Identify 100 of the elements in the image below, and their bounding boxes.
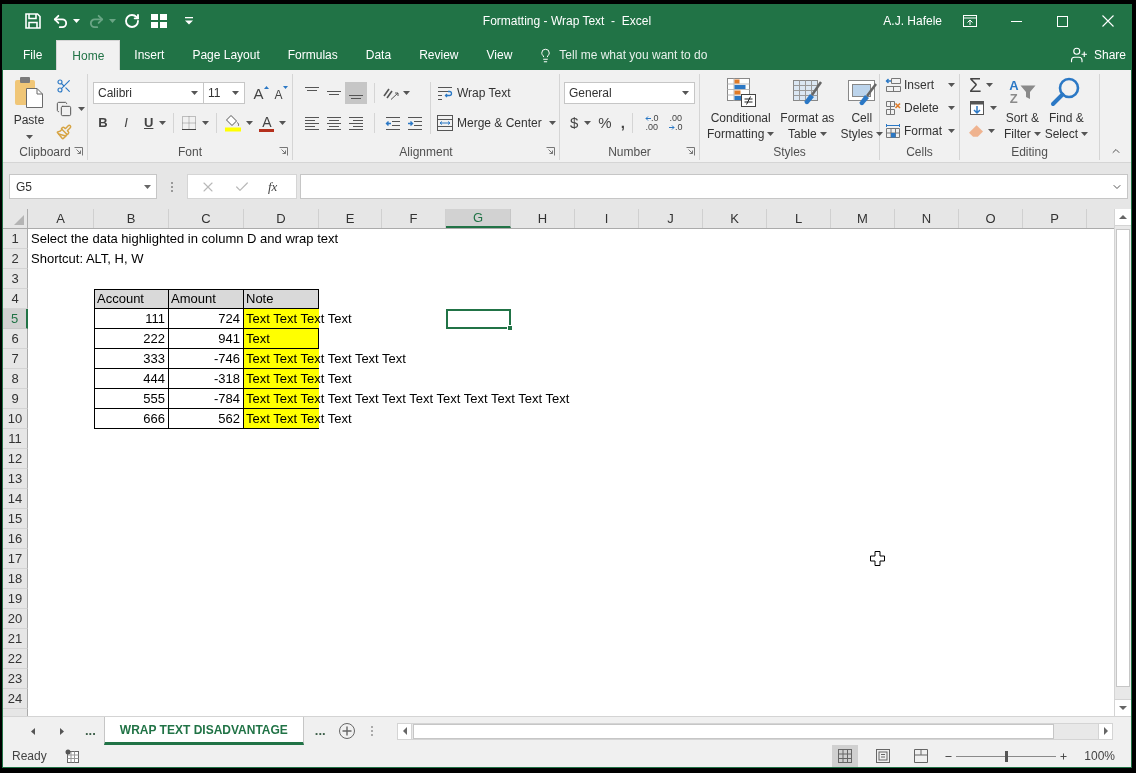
row-header[interactable]: 21	[3, 629, 28, 649]
new-sheet-button[interactable]	[337, 722, 356, 740]
font-name-field[interactable]: Calibri	[93, 82, 204, 104]
row-header[interactable]: 23	[3, 669, 28, 689]
more-sheets-button[interactable]: ...	[314, 721, 326, 741]
column-header[interactable]: I	[575, 209, 639, 228]
save-button[interactable]	[24, 11, 42, 31]
row-header[interactable]: 11	[3, 429, 28, 449]
decrease-decimal-button[interactable]: .00 .0	[663, 112, 688, 134]
name-box[interactable]: G5	[9, 174, 157, 199]
percent-button[interactable]: %	[598, 112, 612, 134]
share-button[interactable]: Share	[1069, 40, 1126, 70]
row-header[interactable]: 17	[3, 549, 28, 569]
row-header[interactable]: 24	[3, 689, 28, 709]
sort-filter-button[interactable]: A Z Sort & Filter	[1002, 74, 1043, 142]
underline-button[interactable]: U	[139, 112, 167, 134]
number-format-field[interactable]: General	[564, 82, 695, 104]
shrink-font-button[interactable]: A	[271, 82, 291, 104]
ribbon-tab[interactable]: File	[9, 40, 57, 70]
dialog-launcher-button[interactable]	[686, 147, 695, 157]
fill-color-button[interactable]	[224, 112, 254, 134]
cell-styles-button[interactable]: Cell Styles	[837, 74, 887, 142]
row-header[interactable]: 10	[3, 409, 28, 429]
zoom-slider-thumb[interactable]	[1004, 750, 1008, 762]
scrollbar-thumb[interactable]	[413, 723, 1054, 739]
font-color-button[interactable]: A	[259, 112, 287, 134]
selected-cell[interactable]	[446, 309, 511, 329]
form-button[interactable]	[150, 11, 168, 31]
format-as-table-button[interactable]: Format as Table	[777, 74, 838, 142]
column-header[interactable]: K	[703, 209, 767, 228]
ribbon-tab[interactable]: Data	[351, 40, 406, 70]
scroll-left-button[interactable]	[398, 723, 412, 739]
row-header[interactable]: 12	[3, 449, 28, 469]
ribbon-tab[interactable]: Review	[405, 40, 473, 70]
sheet-tab[interactable]: WRAP TEXT DISADVANTAGE	[103, 717, 304, 745]
row-header[interactable]: 14	[3, 489, 28, 509]
format-cells-button[interactable]: Format	[885, 120, 955, 142]
more-sheets-button[interactable]: ...	[85, 721, 96, 741]
row-header[interactable]: 13	[3, 469, 28, 489]
column-header[interactable]: P	[1023, 209, 1087, 228]
wrap-text-button[interactable]: Wrap Text	[435, 82, 513, 104]
comma-button[interactable]: ,	[620, 112, 625, 134]
row-header[interactable]: 19	[3, 589, 28, 609]
ribbon-tab[interactable]: Insert	[120, 40, 179, 70]
find-select-button[interactable]: Find & Select	[1042, 74, 1091, 142]
delete-cells-button[interactable]: Delete	[885, 97, 955, 119]
row-header[interactable]: 22	[3, 649, 28, 669]
autosum-button[interactable]: Σ	[969, 74, 997, 96]
vertical-align-button[interactable]	[345, 82, 367, 104]
row-header[interactable]: 1	[3, 229, 28, 249]
italic-button[interactable]: I	[116, 112, 136, 134]
row-header[interactable]: 20	[3, 609, 28, 629]
column-header[interactable]: L	[767, 209, 831, 228]
column-header[interactable]: O	[959, 209, 1023, 228]
increase-decimal-button[interactable]: .0 .00	[639, 112, 664, 134]
column-header[interactable]: D	[244, 209, 319, 228]
dialog-launcher-button[interactable]	[74, 147, 83, 157]
column-header[interactable]: N	[895, 209, 959, 228]
paste-button[interactable]: Paste	[9, 74, 49, 142]
row-header[interactable]: 6	[3, 329, 28, 349]
conditional-formatting-button[interactable]: Conditional Formatting	[704, 74, 778, 142]
normal-view-button[interactable]	[832, 745, 859, 767]
copy-button[interactable]	[56, 99, 85, 119]
ribbon-tab[interactable]: View	[472, 40, 527, 70]
column-header[interactable]: J	[639, 209, 703, 228]
ribbon-tab[interactable]: Home	[56, 40, 121, 70]
column-header[interactable]: B	[94, 209, 169, 228]
row-header[interactable]: 8	[3, 369, 28, 389]
row-header[interactable]: 3	[3, 269, 28, 289]
font-size-field[interactable]: 11	[203, 82, 245, 104]
insert-function-button[interactable]: fx	[266, 176, 280, 197]
column-header[interactable]: H	[511, 209, 575, 228]
scrollbar-thumb[interactable]	[1116, 229, 1130, 687]
tell-me-field[interactable]: Tell me what you want to do	[538, 40, 708, 70]
bold-button[interactable]: B	[93, 112, 113, 134]
grow-font-button[interactable]: A	[251, 82, 271, 104]
row-header[interactable]: 7	[3, 349, 28, 369]
fill-handle[interactable]	[507, 325, 513, 331]
ribbon-tab[interactable]: Formulas	[273, 40, 352, 70]
formula-input[interactable]	[300, 174, 1128, 199]
row-header[interactable]: 15	[3, 509, 28, 529]
row-header[interactable]: 18	[3, 569, 28, 589]
zoom-in-button[interactable]	[1059, 750, 1069, 762]
row-header[interactable]: 5	[3, 309, 28, 329]
row-header[interactable]: 16	[3, 529, 28, 549]
row-header[interactable]: 4	[3, 289, 28, 309]
merge-center-button[interactable]: Merge & Center	[435, 112, 558, 134]
insert-cells-button[interactable]: Insert	[885, 74, 955, 96]
row-header[interactable]: 2	[3, 249, 28, 269]
column-header[interactable]: G	[446, 209, 511, 228]
dialog-launcher-button[interactable]	[546, 147, 555, 157]
repeat-button[interactable]	[123, 11, 140, 31]
row-header[interactable]: 9	[3, 389, 28, 409]
currency-button[interactable]: $	[570, 112, 592, 134]
column-header[interactable]: A	[28, 209, 94, 228]
column-header[interactable]: E	[319, 209, 382, 228]
scroll-up-button[interactable]	[1115, 209, 1131, 226]
column-header[interactable]: C	[169, 209, 244, 228]
scroll-down-button[interactable]	[1115, 699, 1131, 716]
ribbon-tab[interactable]: Page Layout	[178, 40, 274, 70]
